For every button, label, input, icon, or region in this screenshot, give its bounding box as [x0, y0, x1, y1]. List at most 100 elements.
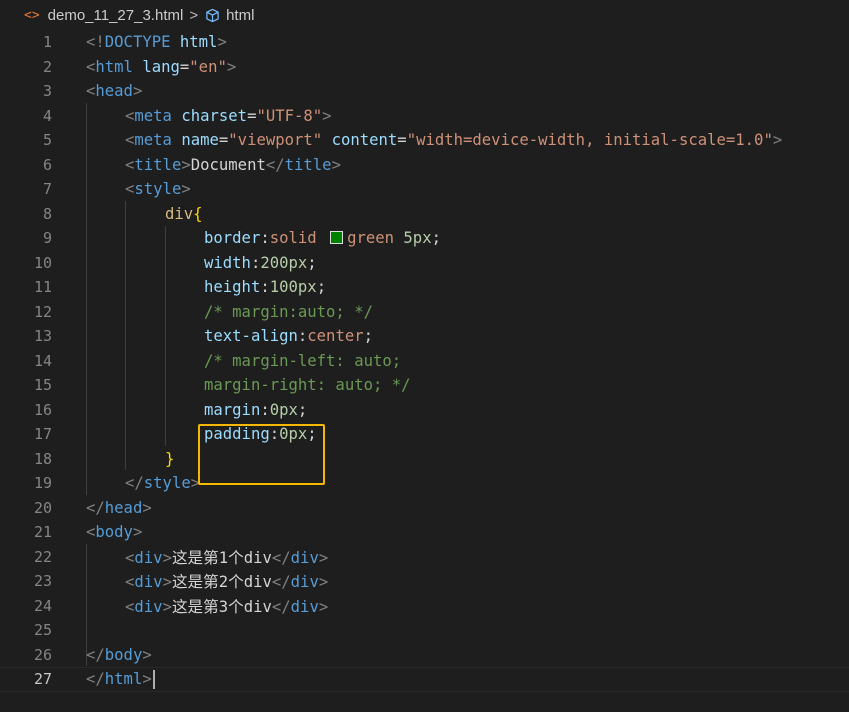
line-number: 27	[33, 670, 52, 689]
code-line-27[interactable]: 27 </html>	[0, 667, 849, 692]
line-number: 10	[33, 253, 52, 272]
code-content: width:200px;	[204, 254, 317, 272]
code-line-1[interactable]: 1 <!DOCTYPE html>	[0, 30, 849, 55]
code-content: <meta name="viewport" content="width=dev…	[125, 131, 782, 149]
tag-name: title	[134, 155, 182, 174]
tag-bracket: >	[132, 523, 143, 542]
code-line-17[interactable]: 17 padding:0px;	[0, 422, 849, 447]
breadcrumb-file-name[interactable]: demo_11_27_3.html	[48, 7, 184, 24]
attribute-value: "width=device-width, initial-scale=1.0"	[406, 131, 773, 150]
text-cursor	[152, 669, 155, 689]
css-value: solid	[269, 229, 327, 248]
tag-bracket: </	[265, 155, 285, 174]
code-line-11[interactable]: 11 height:100px;	[0, 275, 849, 300]
tag-name: html	[104, 669, 143, 688]
line-number: 19	[33, 474, 52, 493]
code-content: </html>	[86, 669, 155, 689]
tag-bracket: >	[142, 645, 152, 664]
code-line-8[interactable]: 8 div{	[0, 202, 849, 227]
tag-bracket: <	[125, 597, 135, 616]
line-number: 17	[33, 425, 52, 444]
semicolon: ;	[363, 327, 374, 346]
tag-bracket: <	[86, 57, 96, 76]
tag-name: title	[284, 155, 332, 174]
code-line-10[interactable]: 10 width:200px;	[0, 251, 849, 276]
line-number: 9	[42, 229, 52, 248]
tag-bracket: <	[125, 180, 135, 199]
attribute-name: content	[331, 131, 398, 150]
code-line-24[interactable]: 24 <div>这是第3个div</div>	[0, 594, 849, 619]
line-number: 3	[42, 82, 52, 101]
tag-bracket: </	[125, 474, 144, 493]
code-line-23[interactable]: 23 <div>这是第2个div</div>	[0, 569, 849, 594]
tag-name: head	[95, 82, 133, 101]
tag-name: body	[104, 645, 143, 664]
line-number: 1	[42, 33, 52, 52]
line-number: 13	[33, 327, 52, 346]
highlight-annotation-box	[198, 424, 325, 485]
css-property: text-align	[204, 327, 298, 346]
tag-name: div	[290, 597, 319, 616]
line-number: 12	[33, 302, 52, 321]
tag-bracket: >	[322, 106, 332, 125]
tag-name: div	[290, 548, 319, 567]
code-line-25[interactable]: 25	[0, 618, 849, 643]
tag-name: html	[95, 57, 133, 76]
code-line-5[interactable]: 5 <meta name="viewport" content="width=d…	[0, 128, 849, 153]
attribute-value: "viewport"	[228, 131, 323, 150]
code-line-14[interactable]: 14 /* margin-left: auto;	[0, 349, 849, 374]
code-content: <meta charset="UTF-8">	[125, 107, 332, 125]
tag-bracket: <	[125, 573, 135, 592]
code-content: <title>Document</title>	[125, 156, 341, 174]
css-number: 0px	[269, 400, 298, 419]
html-file-icon: <>	[24, 7, 40, 23]
code-line-16[interactable]: 16 margin:0px;	[0, 398, 849, 423]
code-content: div{	[165, 205, 203, 223]
brace: }	[165, 449, 175, 468]
color-swatch-icon[interactable]	[330, 231, 344, 245]
code-line-21[interactable]: 21 <body>	[0, 520, 849, 545]
tag-bracket: </	[271, 597, 291, 616]
line-number: 21	[33, 523, 52, 542]
attribute-name: html	[179, 33, 218, 52]
tag-bracket: </	[86, 645, 105, 664]
line-number: 7	[42, 180, 52, 199]
code-line-9[interactable]: 9 border:solid green 5px;	[0, 226, 849, 251]
code-line-20[interactable]: 20 </head>	[0, 496, 849, 521]
code-editor[interactable]: 1 <!DOCTYPE html> 2 <html lang="en"> 3 <…	[0, 30, 849, 712]
breadcrumb-symbol[interactable]: html	[226, 7, 254, 24]
tag-bracket: >	[162, 597, 172, 616]
code-line-12[interactable]: 12 /* margin:auto; */	[0, 300, 849, 325]
code-line-22[interactable]: 22 <div>这是第1个div</div>	[0, 545, 849, 570]
attribute-name: lang	[142, 57, 180, 76]
semicolon: ;	[316, 278, 327, 297]
code-line-4[interactable]: 4 <meta charset="UTF-8">	[0, 104, 849, 129]
css-number: 200px	[260, 253, 308, 272]
attribute-value: "UTF-8"	[256, 106, 323, 125]
css-number: 5px	[403, 229, 432, 248]
code-line-13[interactable]: 13 text-align:center;	[0, 324, 849, 349]
tag-bracket: >	[772, 131, 783, 150]
code-line-15[interactable]: 15 margin-right: auto; */	[0, 373, 849, 398]
breadcrumb-separator: >	[189, 6, 199, 24]
code-line-19[interactable]: 19 </style>	[0, 471, 849, 496]
tag-bracket: </	[86, 498, 105, 517]
tag-bracket: <	[86, 82, 96, 101]
code-line-7[interactable]: 7 <style>	[0, 177, 849, 202]
code-content: <head>	[86, 82, 142, 100]
line-number: 25	[33, 621, 52, 640]
code-line-6[interactable]: 6 <title>Document</title>	[0, 153, 849, 178]
tag-bracket: >	[331, 155, 341, 174]
tag-bracket: >	[132, 82, 143, 101]
code-content: <div>这是第2个div</div>	[125, 570, 328, 592]
semicolon: ;	[307, 253, 317, 272]
css-comment: /* margin:auto; */	[204, 302, 373, 321]
tag-name: meta	[134, 106, 172, 125]
css-comment: /* margin-left: auto;	[204, 351, 402, 370]
code-line-18[interactable]: 18 }	[0, 447, 849, 472]
code-line-2[interactable]: 2 <html lang="en">	[0, 55, 849, 80]
tag-bracket: <	[125, 131, 135, 150]
code-line-26[interactable]: 26 </body>	[0, 643, 849, 668]
code-line-3[interactable]: 3 <head>	[0, 79, 849, 104]
